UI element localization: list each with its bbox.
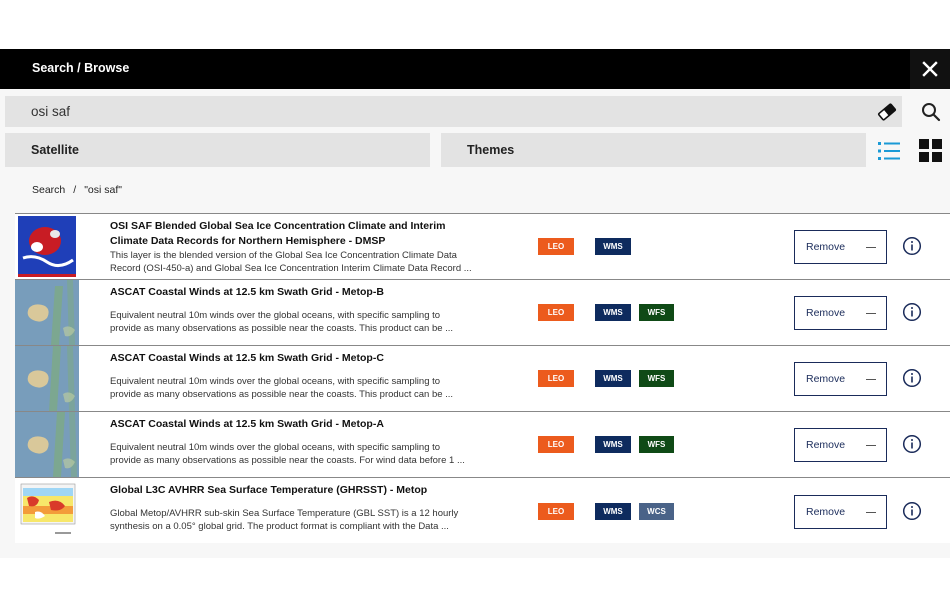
tab-satellite-label: Satellite: [31, 143, 79, 157]
badge-wms: WMS: [595, 304, 631, 321]
result-description: Equivalent neutral 10m winds over the gl…: [110, 376, 454, 400]
result-title[interactable]: ASCAT Coastal Winds at 12.5 km Swath Gri…: [110, 285, 450, 300]
remove-button[interactable]: Remove: [794, 296, 887, 330]
badge-leo: LEO: [538, 370, 574, 387]
result-description: This layer is the blended version of the…: [110, 250, 472, 274]
info-icon[interactable]: [902, 236, 922, 256]
search-bar: [5, 96, 902, 127]
badge-wms: WMS: [595, 238, 631, 255]
search-browse-panel: Search / Browse Satellite Themes: [0, 49, 950, 558]
info-icon[interactable]: [902, 302, 922, 322]
badge-wms: WMS: [595, 370, 631, 387]
badge-wfs: WFS: [639, 436, 674, 453]
sea-ice-thumbnail: [15, 214, 79, 279]
remove-button[interactable]: Remove: [794, 230, 887, 264]
close-icon: [922, 61, 938, 77]
remove-button-label: Remove: [806, 439, 846, 451]
badge-wfs: WFS: [639, 370, 674, 387]
result-row: Global L3C AVHRR Sea Surface Temperature…: [15, 477, 950, 543]
badge-wms: WMS: [595, 503, 631, 520]
badge-wfs: WFS: [639, 304, 674, 321]
result-row: OSI SAF Blended Global Sea Ice Concentra…: [15, 213, 950, 279]
breadcrumb: Search / "osi saf": [32, 184, 122, 196]
results-list: OSI SAF Blended Global Sea Ice Concentra…: [15, 213, 950, 543]
minus-icon: [866, 512, 876, 514]
list-view-icon[interactable]: [877, 140, 901, 162]
badge-leo: LEO: [538, 304, 574, 321]
winds-thumbnail: [15, 280, 79, 345]
badge-leo: LEO: [538, 238, 574, 255]
search-icon[interactable]: [920, 101, 942, 123]
result-description: Global Metop/AVHRR sub-skin Sea Surface …: [110, 508, 459, 532]
info-icon[interactable]: [902, 501, 922, 521]
minus-icon: [866, 379, 876, 381]
minus-icon: [866, 313, 876, 315]
remove-button[interactable]: Remove: [794, 428, 887, 462]
search-input[interactable]: [5, 96, 865, 127]
result-title[interactable]: ASCAT Coastal Winds at 12.5 km Swath Gri…: [110, 351, 450, 366]
winds-thumbnail: [15, 346, 79, 411]
close-button[interactable]: [910, 49, 950, 89]
result-row: ASCAT Coastal Winds at 12.5 km Swath Gri…: [15, 345, 950, 411]
remove-button-label: Remove: [806, 506, 846, 518]
remove-button[interactable]: Remove: [794, 362, 887, 396]
badge-leo: LEO: [538, 436, 574, 453]
eraser-icon[interactable]: [877, 102, 897, 122]
result-title[interactable]: OSI SAF Blended Global Sea Ice Concentra…: [110, 219, 450, 249]
minus-icon: [866, 247, 876, 249]
grid-view-icon[interactable]: [919, 139, 942, 162]
breadcrumb-separator: /: [73, 184, 77, 196]
tab-satellite[interactable]: Satellite: [5, 133, 430, 167]
remove-button-label: Remove: [806, 307, 846, 319]
minus-icon: [866, 445, 876, 447]
sst-thumbnail: [15, 478, 79, 543]
result-description: Equivalent neutral 10m winds over the gl…: [110, 310, 454, 334]
badge-leo: LEO: [538, 503, 574, 520]
badge-wms: WMS: [595, 436, 631, 453]
remove-button-label: Remove: [806, 241, 846, 253]
remove-button[interactable]: Remove: [794, 495, 887, 529]
panel-header: Search / Browse: [0, 49, 950, 89]
remove-button-label: Remove: [806, 373, 846, 385]
breadcrumb-root[interactable]: Search: [32, 184, 65, 196]
result-row: ASCAT Coastal Winds at 12.5 km Swath Gri…: [15, 411, 950, 477]
info-icon[interactable]: [902, 434, 922, 454]
result-title[interactable]: ASCAT Coastal Winds at 12.5 km Swath Gri…: [110, 417, 450, 432]
result-description: Equivalent neutral 10m winds over the gl…: [110, 442, 465, 466]
panel-title: Search / Browse: [32, 61, 130, 75]
info-icon[interactable]: [902, 368, 922, 388]
result-title[interactable]: Global L3C AVHRR Sea Surface Temperature…: [110, 483, 450, 498]
breadcrumb-query: "osi saf": [84, 184, 123, 196]
result-row: ASCAT Coastal Winds at 12.5 km Swath Gri…: [15, 279, 950, 345]
tab-themes[interactable]: Themes: [441, 133, 866, 167]
winds-thumbnail: [15, 412, 79, 477]
badge-wcs: WCS: [639, 503, 674, 520]
tab-themes-label: Themes: [467, 143, 515, 157]
